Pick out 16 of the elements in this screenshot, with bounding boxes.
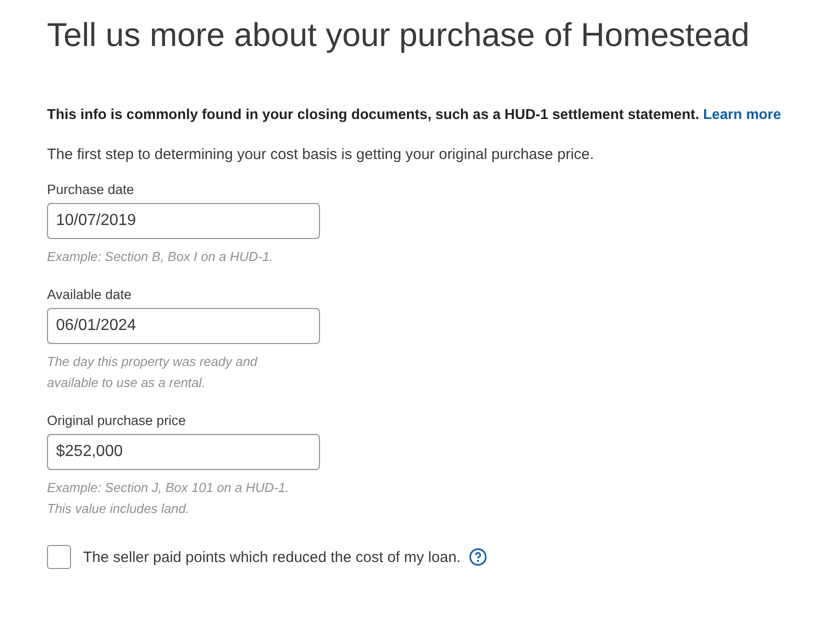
hint-text: The day this property was ready and available to use as a rental. — [47, 353, 258, 392]
field-label: Original purchase price — [47, 413, 186, 428]
input-field[interactable]: 06/01/2024 — [47, 308, 320, 344]
help-icon[interactable] — [468, 548, 487, 566]
intro-text: The first step to determining your cost basis is getting your original purchase price. — [47, 146, 594, 163]
checkbox-label: The seller paid points which reduced the cost of my loan. — [83, 548, 461, 566]
info-sentence: This info is commonly found in your closing documents, such as a HUD-1 settlement statement. Learn more — [47, 107, 782, 123]
field-label: Purchase date — [47, 182, 134, 197]
checkbox[interactable] — [47, 545, 71, 569]
input-field[interactable]: 10/07/2019 — [47, 203, 320, 239]
page-title: Tell us more about your purchase of Homestead — [47, 16, 750, 54]
learn-more-link[interactable]: Learn more — [703, 107, 782, 123]
hint-text: Example: Section J, Box 101 on a HUD-1. This value includes land. — [47, 479, 290, 518]
input-field[interactable]: $252,000 — [47, 434, 320, 470]
hint-text: Example: Section B, Box I on a HUD-1. — [47, 248, 274, 266]
field-label: Available date — [47, 287, 132, 302]
